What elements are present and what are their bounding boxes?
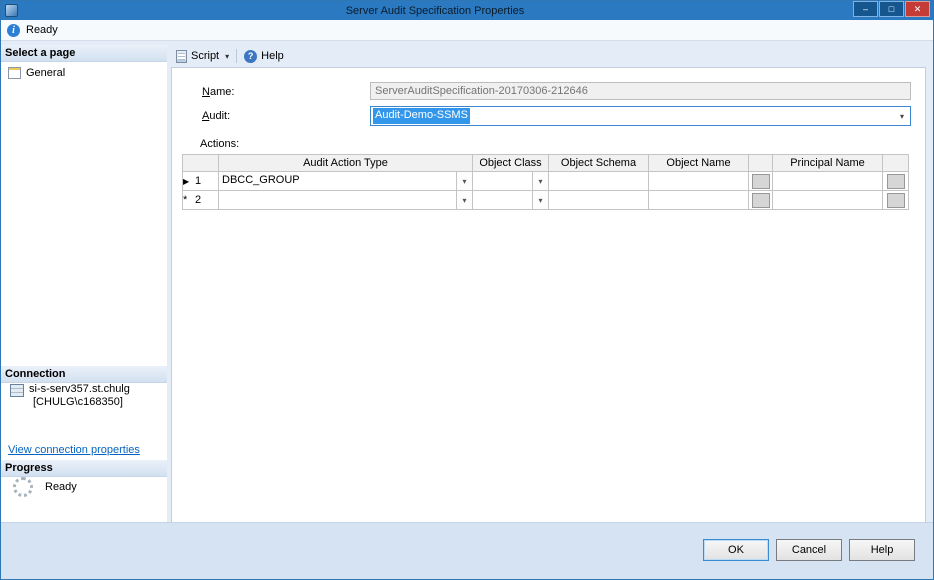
progress-row: Ready	[13, 477, 77, 497]
principal-name-browse-cell	[882, 171, 909, 191]
actions-grid: Audit Action Type Object Class Object Sc…	[182, 154, 909, 210]
minimize-button[interactable]: –	[853, 1, 878, 17]
title-bar: Server Audit Specification Properties – …	[1, 1, 933, 20]
combo-value	[474, 192, 533, 209]
help-label: Help	[261, 50, 284, 62]
object-schema-cell	[548, 190, 649, 210]
col-header-object-name-browse	[748, 154, 773, 172]
audit-action-type-combo[interactable]: DBCC_GROUP ▾	[219, 172, 472, 190]
name-input: ServerAuditSpecification-20170306-212646	[370, 82, 911, 100]
dialog-window: Server Audit Specification Properties – …	[0, 0, 934, 580]
row-number: 1	[195, 175, 202, 187]
actions-grid-wrapper: Audit Action Type Object Class Object Sc…	[182, 154, 909, 210]
audit-combo-spacer	[470, 107, 894, 125]
object-class-combo[interactable]: ▾	[473, 172, 548, 190]
view-connection-properties-link[interactable]: View connection properties	[8, 444, 140, 456]
chevron-down-icon[interactable]: ▾	[456, 172, 472, 190]
sidebar: Select a page General Connection si-s-se…	[1, 45, 167, 524]
principal-name-browse-cell	[882, 190, 909, 210]
actions-label: Actions:	[200, 138, 240, 150]
object-name-browse-button	[751, 173, 770, 189]
close-button[interactable]: ✕	[905, 1, 930, 17]
new-row-marker-icon: *	[183, 194, 188, 207]
combo-value	[474, 173, 533, 190]
object-class-combo[interactable]: ▾	[473, 191, 548, 209]
audit-label: Audit:	[202, 110, 231, 122]
script-button[interactable]: Script	[173, 49, 222, 64]
row-selector[interactable]: ▶ 1	[182, 171, 219, 191]
object-class-cell: ▾	[472, 190, 549, 210]
app-icon	[5, 4, 18, 17]
row-selector[interactable]: * 2	[182, 190, 219, 210]
help-toolbar-button[interactable]: ? Help	[241, 49, 287, 64]
help-icon: ?	[244, 49, 258, 63]
toolbar: Script ▾ ? Help	[173, 47, 287, 65]
object-name-cell	[648, 171, 749, 191]
audit-combobox[interactable]: Audit-Demo-SSMS ▾	[370, 106, 911, 126]
grid-header-row: Audit Action Type Object Class Object Sc…	[182, 154, 909, 172]
audit-action-type-cell: DBCC_GROUP ▾	[218, 171, 473, 191]
chevron-down-icon[interactable]: ▾	[894, 107, 910, 125]
progress-header: Progress	[1, 460, 167, 477]
table-row: * 2 ▾ ▾	[182, 190, 909, 210]
window-title: Server Audit Specification Properties	[345, 4, 525, 17]
row-number: 2	[195, 193, 202, 206]
general-page-icon	[8, 67, 21, 79]
script-label: Script	[191, 50, 220, 62]
col-header-object-class: Object Class	[472, 154, 549, 172]
principal-name-cell	[772, 190, 883, 210]
combo-value: DBCC_GROUP	[222, 174, 300, 186]
audit-action-type-combo[interactable]: ▾	[219, 191, 472, 209]
maximize-button[interactable]: □	[879, 1, 904, 17]
object-class-cell: ▾	[472, 171, 549, 191]
progress-status: Ready	[45, 481, 77, 493]
server-icon	[10, 384, 24, 397]
object-name-browse-cell	[748, 171, 773, 191]
info-icon: i	[7, 23, 20, 37]
status-text: Ready	[26, 24, 58, 36]
table-row: ▶ 1 DBCC_GROUP ▾ ▾	[182, 171, 909, 191]
col-header-selector	[182, 154, 219, 172]
col-header-object-schema: Object Schema	[548, 154, 649, 172]
combo-value	[220, 192, 457, 209]
connection-info: si-s-serv357.st.chulg [CHULG\c168350]	[10, 383, 130, 409]
audit-selected-value: Audit-Demo-SSMS	[373, 108, 470, 124]
progress-spinner-icon	[13, 477, 33, 497]
principal-name-browse-button	[886, 173, 905, 189]
footer: OK Cancel Help	[1, 522, 933, 579]
status-bar: i Ready	[1, 20, 933, 41]
chevron-down-icon[interactable]: ▾	[532, 191, 548, 209]
connection-header: Connection	[1, 366, 167, 383]
principal-name-cell	[772, 171, 883, 191]
connection-server: si-s-serv357.st.chulg	[29, 383, 130, 395]
col-header-object-name: Object Name	[648, 154, 749, 172]
script-icon	[176, 49, 187, 63]
window-controls: – □ ✕	[852, 1, 930, 17]
connection-login: [CHULG\c168350]	[33, 396, 123, 408]
content-panel: Name: ServerAuditSpecification-20170306-…	[171, 67, 926, 524]
script-dropdown-chevron-down-icon[interactable]: ▾	[222, 52, 232, 61]
object-name-browse-cell	[748, 190, 773, 210]
ok-button[interactable]: OK	[703, 539, 769, 561]
help-button[interactable]: Help	[849, 539, 915, 561]
object-schema-cell	[548, 171, 649, 191]
toolbar-separator	[236, 49, 238, 63]
object-name-cell	[648, 190, 749, 210]
name-label: Name:	[202, 86, 235, 98]
chevron-down-icon[interactable]: ▾	[532, 172, 548, 190]
object-name-browse-button	[751, 192, 770, 208]
chevron-down-icon[interactable]: ▾	[456, 191, 472, 209]
cancel-button[interactable]: Cancel	[776, 539, 842, 561]
sidebar-item-label: General	[26, 67, 66, 79]
sidebar-item-general[interactable]: General	[8, 67, 65, 79]
select-a-page-header: Select a page	[1, 45, 167, 62]
col-header-audit-action-type: Audit Action Type	[218, 154, 473, 172]
current-row-marker-icon: ▶	[183, 176, 190, 186]
col-header-principal-browse	[882, 154, 909, 172]
col-header-principal-name: Principal Name	[772, 154, 883, 172]
principal-name-browse-button	[886, 192, 905, 208]
audit-action-type-cell: ▾	[218, 190, 473, 210]
